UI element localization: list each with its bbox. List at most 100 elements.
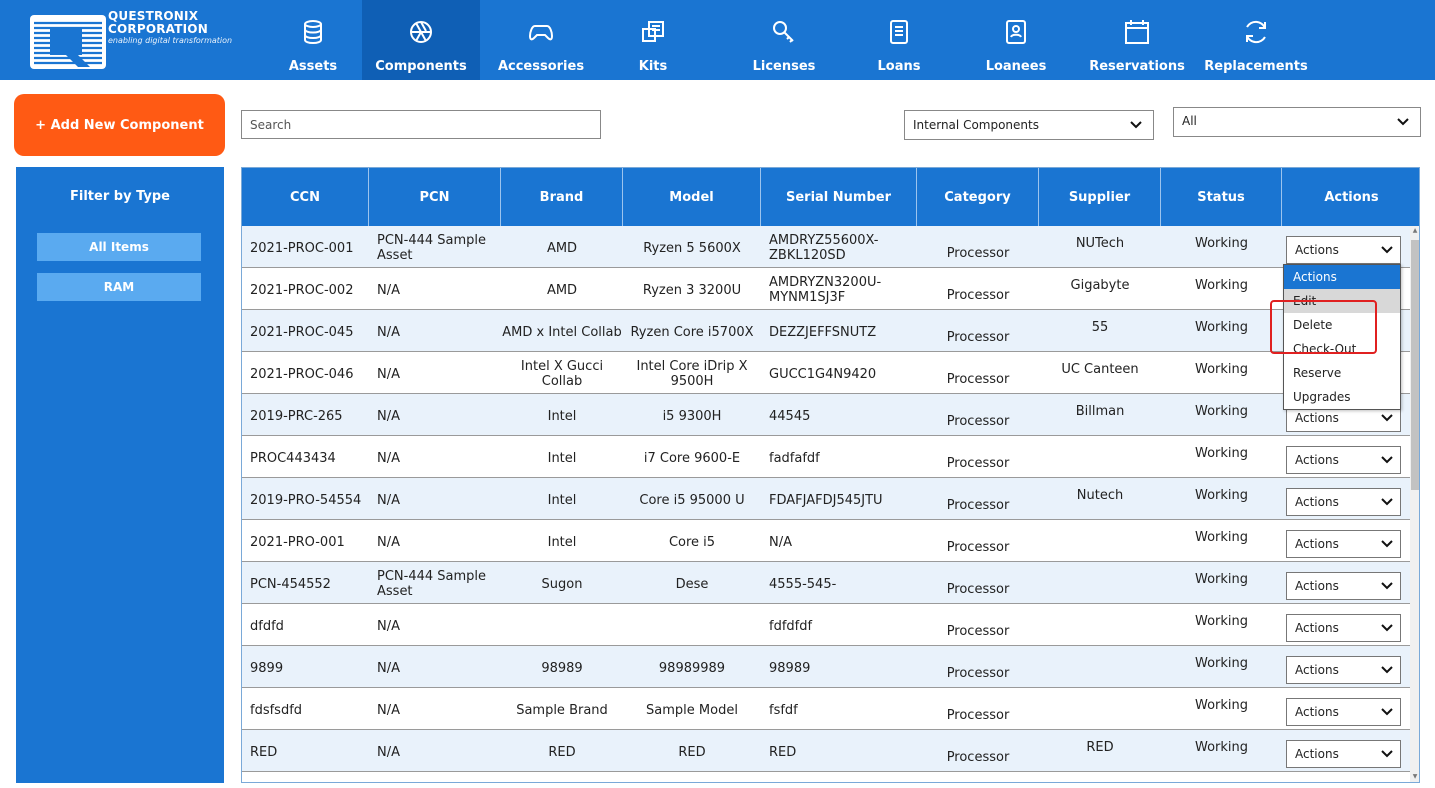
scrollbar-thumb[interactable] xyxy=(1411,240,1419,490)
cell-ccn: 2021-PROC-001 xyxy=(250,240,354,256)
table-row[interactable]: RED N/A RED RED RED Processor RED Working Action… xyxy=(242,730,1410,772)
cell-pcn: PCN-444 Sample Asset xyxy=(377,233,487,263)
nav-label-reservations: Reservations xyxy=(1089,59,1185,74)
column-header-actions[interactable]: Actions xyxy=(1282,168,1419,226)
nav-kits[interactable]: Kits xyxy=(626,0,680,80)
cell-brand: Intel xyxy=(547,534,577,550)
menu-option-upgrades[interactable]: Upgrades xyxy=(1284,385,1400,409)
filter-all-items-button[interactable]: All Items xyxy=(37,233,201,261)
column-header-supplier[interactable]: Supplier xyxy=(1039,168,1161,226)
nav-loans[interactable]: Loans xyxy=(872,0,926,80)
table-row[interactable]: 2021-PRO-001 N/A Intel Core i5 N/A Processor W… xyxy=(242,520,1410,562)
cell-model: i5 9300H xyxy=(662,408,722,424)
cell-ccn: 2021-PROC-046 xyxy=(250,366,354,382)
table-row[interactable]: dfdfd N/A fdfdfdf Processor Working Actions xyxy=(242,604,1410,646)
cell-brand: AMD xyxy=(546,240,578,256)
nav-replacements[interactable]: Replacements xyxy=(1200,0,1312,80)
row-actions-select[interactable]: Actions xyxy=(1286,740,1401,768)
table-row[interactable]: 2019-PRC-265 N/A Intel i5 9300H 44545 Process… xyxy=(242,394,1410,436)
table-row[interactable]: 2021-PROC-001 PCN-444 Sample Asset AMD Ryze… xyxy=(242,226,1410,268)
component-type-select[interactable]: Internal Components xyxy=(904,110,1154,140)
column-header-pcn[interactable]: PCN xyxy=(369,168,501,226)
cell-brand: AMD xyxy=(546,282,578,298)
row-actions-select-value: Actions xyxy=(1295,453,1339,467)
column-header-model[interactable]: Model xyxy=(623,168,761,226)
cell-model: Core i5 95000 U xyxy=(639,492,745,508)
table-row[interactable]: 2021-PROC-002 N/A AMD Ryzen 3 3200U AMDRYZN3… xyxy=(242,268,1410,310)
menu-option-reserve[interactable]: Reserve xyxy=(1284,361,1400,385)
nav-loanees[interactable]: Loanees xyxy=(982,0,1050,80)
table-scrollbar[interactable]: ▲ ▼ xyxy=(1410,226,1419,782)
table-row[interactable]: sdfsdfsdfsdfsdfds xyxy=(242,772,1410,782)
row-actions-select[interactable]: Actions xyxy=(1286,530,1401,558)
status-filter-select[interactable]: All xyxy=(1173,107,1421,137)
menu-option-edit[interactable]: Edit xyxy=(1284,289,1400,313)
scroll-down-arrow-icon[interactable]: ▼ xyxy=(1411,772,1419,782)
menu-option-delete[interactable]: Delete xyxy=(1284,313,1400,337)
cell-pcn: N/A xyxy=(377,408,400,424)
filter-ram-button[interactable]: RAM xyxy=(37,273,201,301)
row-actions-select[interactable]: Actions xyxy=(1286,572,1401,600)
cell-supplier: Gigabyte xyxy=(1070,278,1130,293)
table-row[interactable]: 2021-PROC-046 N/A Intel X Gucci Collab Inte… xyxy=(242,352,1410,394)
status-filter-select-value: All xyxy=(1182,114,1197,128)
logo-mark-icon xyxy=(30,15,106,69)
chevron-down-icon xyxy=(1381,708,1393,716)
cell-brand: AMD x Intel Collab xyxy=(502,324,622,340)
cell-category: Processor xyxy=(946,245,1010,261)
cell-model: Ryzen 5 5600X xyxy=(643,240,741,256)
nav-reservations[interactable]: Reservations xyxy=(1089,0,1185,80)
table-row[interactable]: PROC443434 N/A Intel i7 Core 9600-E fadfafdf… xyxy=(242,436,1410,478)
cell-status: Working xyxy=(1194,446,1249,461)
cell-supplier xyxy=(1039,688,1161,730)
menu-option-check-out[interactable]: Check-Out xyxy=(1284,337,1400,361)
chevron-down-icon xyxy=(1397,118,1409,126)
table-row[interactable]: 2021-PROC-045 N/A AMD x Intel Collab Ryzen … xyxy=(242,310,1410,352)
cell-model: Core i5 xyxy=(668,534,716,550)
table-row[interactable]: PCN-454552 PCN-444 Sample Asset Sugon Dese 4… xyxy=(242,562,1410,604)
menu-option-actions[interactable]: Actions xyxy=(1284,265,1400,289)
cell-supplier xyxy=(1039,772,1161,782)
table-row[interactable]: fdsfsdfd N/A Sample Brand Sample Model fsfdf… xyxy=(242,688,1410,730)
search-input[interactable] xyxy=(241,110,601,139)
contact-book-icon xyxy=(1006,20,1026,44)
column-header-ccn[interactable]: CCN xyxy=(242,168,369,226)
table-row[interactable]: 9899 N/A 98989 98989989 98989 Processor Workin… xyxy=(242,646,1410,688)
row-actions-select[interactable]: Actions xyxy=(1286,614,1401,642)
table-row[interactable]: 2019-PRO-54554 N/A Intel Core i5 95000 U FDA… xyxy=(242,478,1410,520)
cell-brand: Intel xyxy=(547,408,577,424)
cell-serial-number: 44545 xyxy=(769,408,811,424)
row-actions-select[interactable]: Actions xyxy=(1286,698,1401,726)
cell-pcn: N/A xyxy=(377,450,400,466)
logo-name-line2: CORPORATION xyxy=(108,22,208,36)
column-header-category[interactable]: Category xyxy=(917,168,1039,226)
cell-serial-number: FDAFJAFDJ545JTU xyxy=(769,492,883,508)
nav-assets[interactable]: Assets xyxy=(276,0,350,80)
company-logo[interactable]: QUESTRONIX CORPORATION enabling digital … xyxy=(16,6,236,74)
row-actions-select[interactable]: Actions xyxy=(1286,656,1401,684)
sidebar-title: Filter by Type xyxy=(70,189,170,204)
row-actions-select[interactable]: Actions xyxy=(1286,488,1401,516)
column-header-serial-number[interactable]: Serial Number xyxy=(761,168,917,226)
cell-brand xyxy=(501,604,623,646)
nav-accessories[interactable]: Accessories xyxy=(497,0,585,80)
cell-category xyxy=(917,772,1039,782)
add-new-component-button[interactable]: + Add New Component xyxy=(14,94,225,156)
chevron-down-icon xyxy=(1381,582,1393,590)
row-actions-select[interactable]: Actions xyxy=(1286,236,1401,264)
cell-status: Working xyxy=(1194,698,1249,713)
column-header-status[interactable]: Status xyxy=(1161,168,1282,226)
row-actions-select[interactable]: Actions xyxy=(1286,446,1401,474)
column-header-brand[interactable]: Brand xyxy=(501,168,623,226)
cell-status: Working xyxy=(1194,236,1249,251)
nav-licenses[interactable]: Licenses xyxy=(742,0,826,80)
cell-brand: sdfsdfsdfsdfsdfds xyxy=(501,772,623,782)
cell-ccn: 9899 xyxy=(250,660,284,676)
cell-status: Working xyxy=(1194,740,1249,755)
cell-status: Working xyxy=(1194,362,1249,377)
nav-components[interactable]: Components xyxy=(362,0,480,80)
cell-supplier: RED xyxy=(1086,740,1114,755)
scroll-up-arrow-icon[interactable]: ▲ xyxy=(1411,226,1419,236)
row-actions-select-value: Actions xyxy=(1295,537,1339,551)
cell-supplier xyxy=(1039,604,1161,646)
